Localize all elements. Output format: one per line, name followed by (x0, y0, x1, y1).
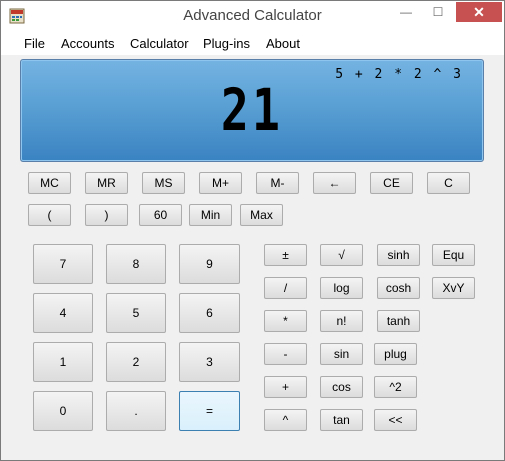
menu-plug-ins[interactable]: Plug-ins (203, 36, 250, 51)
close-paren-button[interactable]: ) (85, 204, 128, 226)
divide-button[interactable]: / (264, 277, 307, 299)
memory-recall-button[interactable]: MR (85, 172, 128, 194)
subtract-button[interactable]: - (264, 343, 307, 365)
equals-button[interactable]: = (179, 391, 240, 431)
digit-5-button[interactable]: 5 (106, 293, 166, 333)
plug-button[interactable]: plug (374, 343, 417, 365)
cosh-button[interactable]: cosh (377, 277, 420, 299)
backspace-button[interactable]: ← (313, 172, 356, 194)
result-readout: 21 (220, 76, 284, 144)
plus-minus-button[interactable]: ± (264, 244, 307, 266)
tanh-button[interactable]: tanh (377, 310, 420, 332)
menu-about[interactable]: About (266, 36, 300, 51)
min-button[interactable]: Min (189, 204, 232, 226)
digit-9-button[interactable]: 9 (179, 244, 240, 284)
square-button[interactable]: ^2 (374, 376, 417, 398)
cos-button[interactable]: cos (320, 376, 363, 398)
add-button[interactable]: + (264, 376, 307, 398)
maximize-button[interactable]: ☐ (425, 2, 451, 22)
sinh-button[interactable]: sinh (377, 244, 420, 266)
sixty-button[interactable]: 60 (139, 204, 182, 226)
minimize-button[interactable]: — (393, 2, 419, 22)
power-button[interactable]: ^ (264, 409, 307, 431)
digit-7-button[interactable]: 7 (33, 244, 93, 284)
menu-accounts[interactable]: Accounts (61, 36, 114, 51)
sin-button[interactable]: sin (320, 343, 363, 365)
decimal-button[interactable]: . (106, 391, 166, 431)
sqrt-button[interactable]: √ (320, 244, 363, 266)
memory-store-button[interactable]: MS (142, 172, 185, 194)
digit-2-button[interactable]: 2 (106, 342, 166, 382)
open-paren-button[interactable]: ( (28, 204, 71, 226)
menu-bar: File Accounts Calculator Plug-ins About (1, 31, 504, 55)
menu-file[interactable]: File (24, 36, 45, 51)
memory-subtract-button[interactable]: M- (256, 172, 299, 194)
digit-4-button[interactable]: 4 (33, 293, 93, 333)
digit-3-button[interactable]: 3 (179, 342, 240, 382)
log-button[interactable]: log (320, 277, 363, 299)
tan-button[interactable]: tan (320, 409, 363, 431)
digit-1-button[interactable]: 1 (33, 342, 93, 382)
digit-8-button[interactable]: 8 (106, 244, 166, 284)
clear-entry-button[interactable]: CE (370, 172, 413, 194)
calculator-display: 5 + 2 * 2 ^ 3 21 (20, 59, 484, 162)
equation-button[interactable]: Equ (432, 244, 475, 266)
memory-add-button[interactable]: M+ (199, 172, 242, 194)
clear-button[interactable]: C (427, 172, 470, 194)
multiply-button[interactable]: * (264, 310, 307, 332)
max-button[interactable]: Max (240, 204, 283, 226)
title-bar[interactable]: Advanced Calculator — ☐ ✕ (1, 1, 504, 31)
calculator-window: Advanced Calculator — ☐ ✕ File Accounts … (0, 0, 505, 461)
memory-clear-button[interactable]: MC (28, 172, 71, 194)
menu-calculator[interactable]: Calculator (130, 36, 189, 51)
x-root-y-button[interactable]: XvY (432, 277, 475, 299)
factorial-button[interactable]: n! (320, 310, 363, 332)
shift-left-button[interactable]: << (374, 409, 417, 431)
close-button[interactable]: ✕ (456, 2, 502, 22)
digit-0-button[interactable]: 0 (33, 391, 93, 431)
digit-6-button[interactable]: 6 (179, 293, 240, 333)
